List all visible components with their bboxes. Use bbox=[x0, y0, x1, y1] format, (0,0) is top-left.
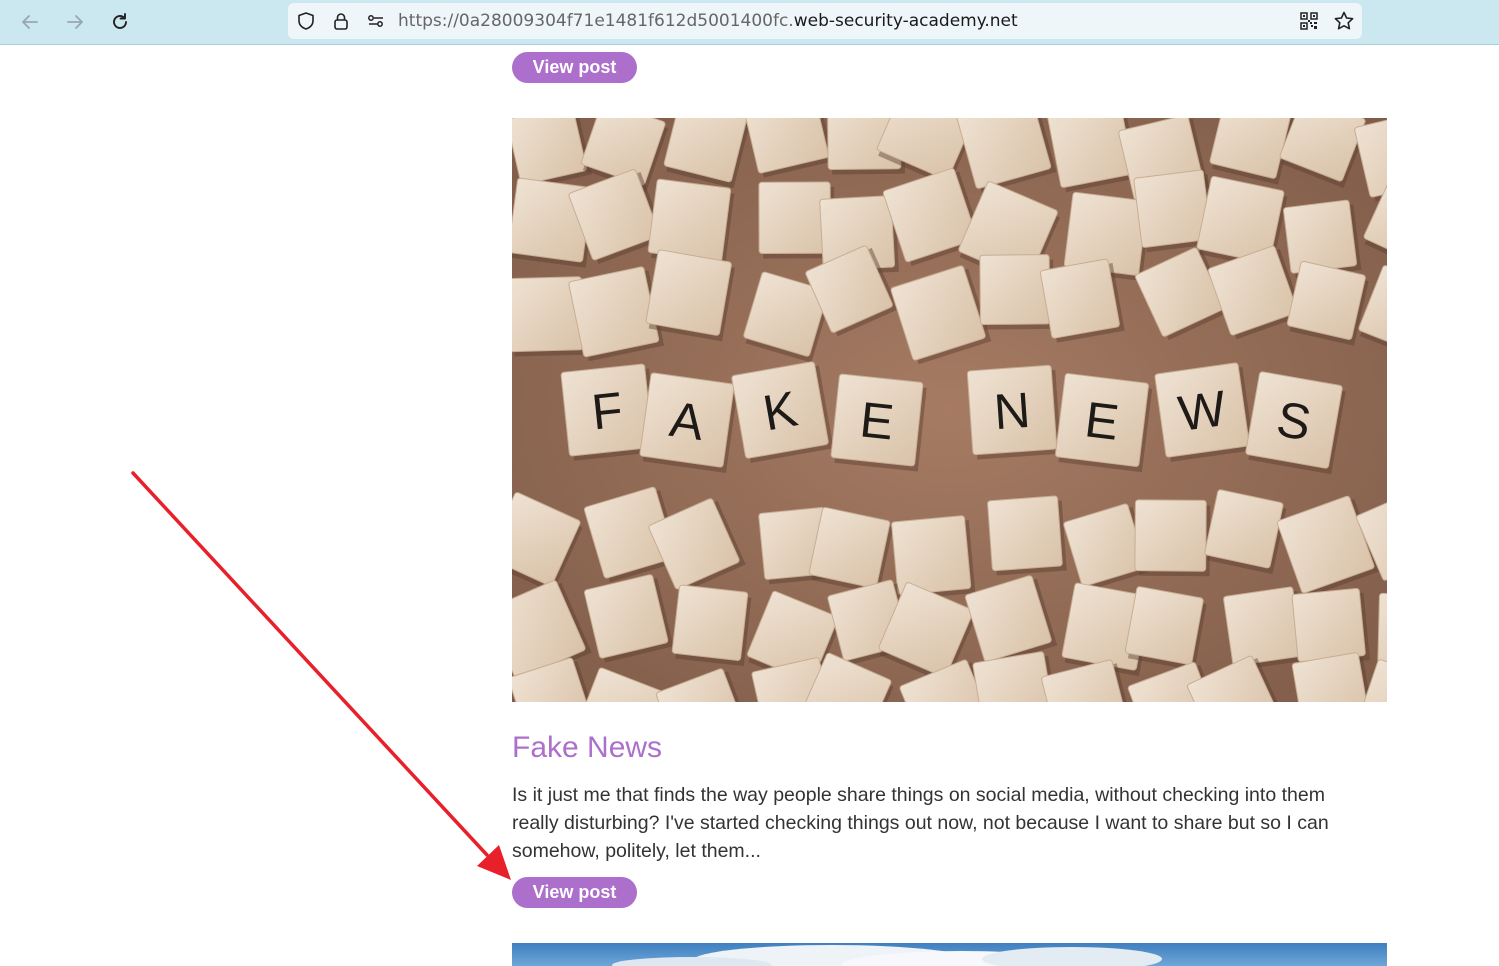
scrabble-tiles-image: FAKENEWS bbox=[512, 118, 1387, 702]
scrabble-letter-tile: S bbox=[1245, 371, 1346, 475]
blog-page: View post FAKENEWS Fake News Is it just … bbox=[0, 46, 1499, 966]
shield-icon[interactable] bbox=[295, 10, 317, 32]
scrabble-tile bbox=[1124, 586, 1207, 671]
url-domain: web-security-academy.net bbox=[793, 11, 1018, 31]
scrabble-letter: E bbox=[857, 391, 896, 450]
url-prefix: https://0a28009304f71e1481f612d5001400fc… bbox=[398, 11, 794, 31]
post-excerpt: Is it just me that finds the way people … bbox=[512, 784, 1329, 862]
scrabble-tile bbox=[808, 506, 894, 595]
scrabble-letter: E bbox=[1082, 391, 1122, 451]
address-bar[interactable]: https://0a28009304f71e1481f612d5001400fc… bbox=[288, 3, 1362, 39]
scrabble-tile bbox=[1204, 489, 1287, 575]
scrabble-tile bbox=[979, 254, 1054, 330]
scrabble-tile bbox=[1134, 499, 1211, 577]
back-arrow-icon[interactable] bbox=[16, 8, 44, 36]
post-image[interactable]: FAKENEWS bbox=[512, 118, 1387, 702]
post-title[interactable]: Fake News bbox=[512, 731, 662, 765]
star-icon[interactable] bbox=[1333, 10, 1355, 32]
view-post-button[interactable]: View post bbox=[512, 877, 637, 908]
forward-arrow-icon[interactable] bbox=[61, 8, 89, 36]
scrabble-letter-tile: E bbox=[1055, 373, 1153, 473]
scrabble-letter: W bbox=[1175, 380, 1230, 442]
qr-code-icon[interactable] bbox=[1298, 10, 1320, 32]
url-text[interactable]: https://0a28009304f71e1481f612d5001400fc… bbox=[398, 11, 1018, 31]
reload-icon[interactable] bbox=[106, 8, 134, 36]
scrabble-letter-tile: A bbox=[639, 372, 738, 473]
scrabble-letter: F bbox=[589, 382, 625, 441]
scrabble-tile bbox=[645, 249, 735, 342]
scrabble-letter-tile: N bbox=[966, 364, 1062, 460]
next-post-image[interactable] bbox=[512, 943, 1387, 966]
scrabble-tile bbox=[987, 495, 1067, 576]
scrabble-letter: N bbox=[992, 382, 1032, 440]
scrabble-tile bbox=[1039, 258, 1125, 343]
permissions-icon[interactable] bbox=[365, 10, 387, 32]
view-post-button[interactable]: View post bbox=[512, 52, 637, 83]
scrabble-letter-tile: K bbox=[731, 361, 834, 463]
scrabble-letter-tile: E bbox=[830, 373, 927, 472]
scrabble-letter-tile: W bbox=[1154, 362, 1255, 462]
scrabble-tile bbox=[671, 584, 752, 667]
lock-icon[interactable] bbox=[330, 10, 352, 32]
browser-toolbar: https://0a28009304f71e1481f612d5001400fc… bbox=[0, 0, 1499, 45]
